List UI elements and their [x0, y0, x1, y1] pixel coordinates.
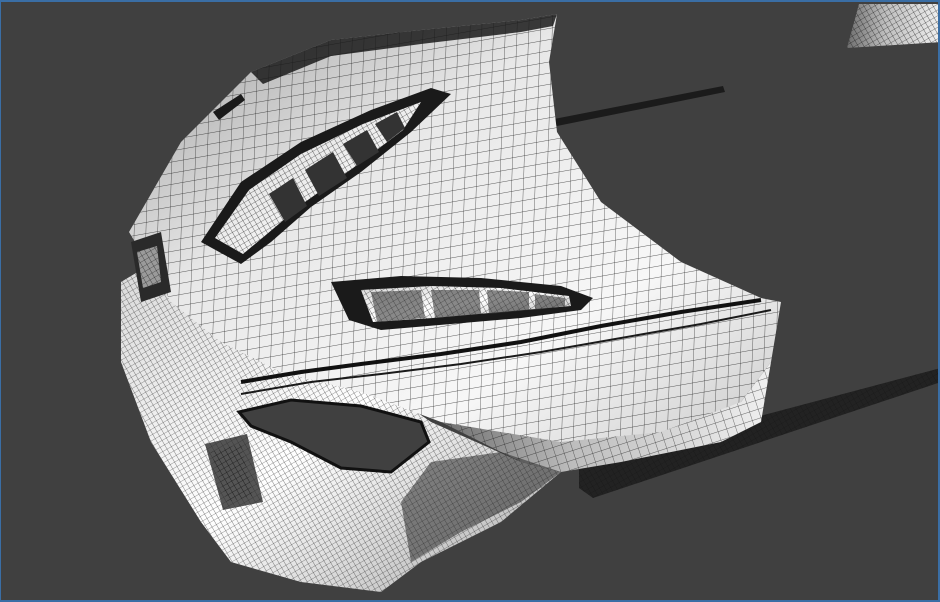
viewport-canvas[interactable] — [1, 2, 940, 602]
mesh-fragment-top-right[interactable] — [847, 4, 940, 48]
3d-viewport[interactable] — [0, 0, 940, 602]
